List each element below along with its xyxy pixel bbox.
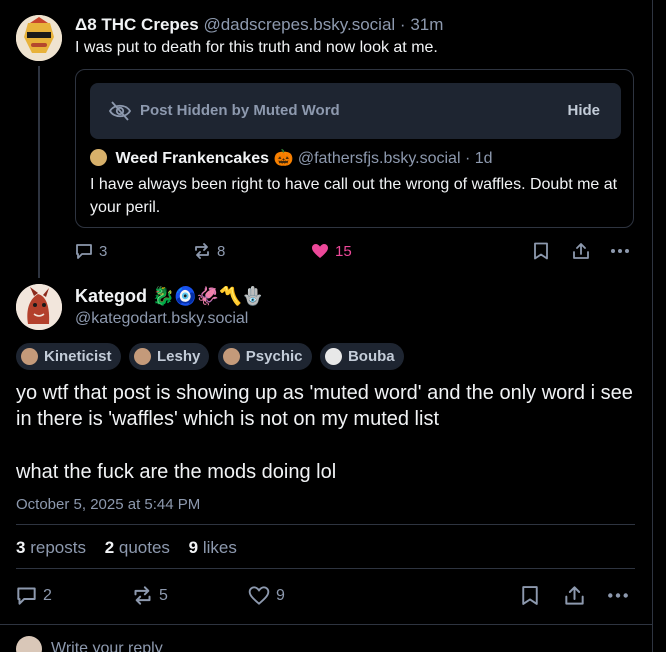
separator-dot: · — [464, 150, 471, 167]
quoted-time[interactable]: 1d — [475, 150, 493, 167]
reply-icon — [76, 244, 92, 259]
parent-like-button[interactable]: 15 — [311, 242, 352, 260]
stats-divider-top — [16, 524, 635, 525]
parent-handle[interactable]: @dadscrepes.bsky.social — [203, 15, 395, 34]
stats-divider-bottom — [16, 568, 635, 569]
more-dots-icon — [611, 249, 629, 253]
main-post-paragraph-2: what the fuck are the mods doing lol — [16, 461, 337, 483]
muted-notice-label: Post Hidden by Muted Word — [140, 102, 340, 119]
reply-placeholder: Write your reply — [51, 640, 163, 652]
quotes-stat[interactable]: 2 quotes — [105, 538, 170, 557]
main-avatar[interactable] — [16, 284, 62, 330]
parent-share-button[interactable] — [572, 242, 590, 260]
heart-filled-icon — [312, 244, 328, 258]
reply-composer[interactable]: Write your reply — [16, 636, 636, 652]
reposts-label: reposts — [30, 538, 86, 557]
quoted-text: I have always been right to have call ou… — [90, 176, 618, 216]
parent-reply-button[interactable]: 3 — [75, 242, 107, 260]
quoted-handle[interactable]: @fathersfjs.bsky.social — [298, 150, 461, 167]
repost-icon — [134, 586, 151, 605]
label-text: Leshy — [156, 348, 201, 365]
reposts-stat[interactable]: 3 reposts — [16, 538, 86, 557]
parent-avatar[interactable] — [16, 15, 62, 61]
parent-time[interactable]: 31m — [410, 15, 443, 34]
parent-post-text: I was put to death for this truth and no… — [75, 39, 438, 56]
more-dots-icon — [608, 593, 628, 598]
parent-bookmark-button[interactable] — [533, 242, 549, 260]
main-post-paragraph-1: yo wtf that post is showing up as 'muted… — [16, 382, 633, 430]
main-like-button[interactable]: 9 — [248, 585, 285, 606]
reply-icon — [17, 587, 36, 605]
main-more-button[interactable] — [607, 585, 629, 606]
profile-labels: Kineticist Leshy Psychic Bouba — [16, 343, 408, 370]
parent-more-button[interactable] — [610, 242, 630, 260]
crepes-avatar-image — [16, 15, 62, 61]
quoted-display-name[interactable]: Weed Frankencakes 🎃 — [115, 150, 293, 167]
eye-slash-icon — [108, 101, 132, 126]
main-reply-button[interactable]: 2 — [16, 585, 52, 606]
post-thread: Δ8 THC Crepes @dadscrepes.bsky.social · … — [0, 0, 653, 652]
parent-repost-button[interactable]: 8 — [193, 242, 225, 260]
parent-like-count: 15 — [335, 242, 352, 260]
quote-card[interactable]: Post Hidden by Muted Word Hide Weed Fran… — [75, 69, 634, 228]
composer-divider — [0, 624, 653, 625]
muted-word-notice: Post Hidden by Muted Word Hide — [90, 83, 621, 139]
main-handle[interactable]: @kategodart.bsky.social — [75, 310, 248, 328]
likes-stat[interactable]: 9 likes — [189, 538, 237, 557]
quotes-label: quotes — [118, 538, 170, 557]
parent-post-header: Δ8 THC Crepes @dadscrepes.bsky.social · … — [75, 15, 635, 37]
label-tag-leshy[interactable]: Leshy — [128, 343, 210, 370]
label-text: Kineticist — [44, 348, 112, 365]
label-text: Psychic — [245, 348, 303, 365]
main-like-count: 9 — [276, 586, 285, 604]
quoted-header: Weed Frankencakes 🎃 @fathersfjs.bsky.soc… — [90, 148, 620, 170]
label-tag-kineticist[interactable]: Kineticist — [16, 343, 121, 370]
label-avatar-icon — [21, 348, 38, 365]
hide-button[interactable]: Hide — [567, 102, 600, 119]
label-tag-psychic[interactable]: Psychic — [217, 343, 312, 370]
likes-count: 9 — [188, 538, 199, 557]
main-repost-button[interactable]: 5 — [132, 585, 168, 606]
repost-icon — [195, 243, 209, 259]
label-text: Bouba — [347, 348, 395, 365]
label-avatar-icon — [324, 348, 342, 365]
thread-connector-line — [38, 66, 40, 278]
main-repost-count: 5 — [159, 586, 168, 604]
likes-label: likes — [202, 538, 237, 557]
bookmark-icon — [522, 586, 538, 605]
main-reply-count: 2 — [43, 586, 52, 604]
post-timestamp[interactable]: October 5, 2025 at 5:44 PM — [16, 496, 200, 513]
separator-dot: · — [399, 15, 406, 34]
engagement-stats: 3 reposts 2 quotes 9 likes — [16, 538, 237, 558]
kategod-avatar-image — [16, 284, 62, 330]
main-share-button[interactable] — [564, 585, 585, 606]
share-icon — [573, 243, 589, 259]
reposts-count: 3 — [16, 538, 26, 557]
parent-repost-count: 8 — [217, 242, 226, 260]
main-display-name[interactable]: Kategod 🐉🧿🦑〽️🪬 — [75, 286, 264, 307]
share-icon — [565, 586, 584, 605]
label-avatar-icon — [133, 348, 151, 365]
parent-display-name[interactable]: Δ8 THC Crepes — [75, 15, 199, 34]
main-bookmark-button[interactable] — [521, 585, 539, 606]
label-avatar-icon — [222, 348, 240, 365]
composer-avatar — [16, 636, 42, 652]
quoted-avatar[interactable] — [90, 149, 107, 166]
bookmark-icon — [534, 242, 548, 260]
quotes-count: 2 — [104, 538, 115, 557]
parent-reply-count: 3 — [99, 242, 108, 260]
heart-outline-icon — [248, 586, 270, 605]
label-tag-bouba[interactable]: Bouba — [319, 343, 404, 370]
main-post-text: yo wtf that post is showing up as 'muted… — [16, 380, 640, 485]
